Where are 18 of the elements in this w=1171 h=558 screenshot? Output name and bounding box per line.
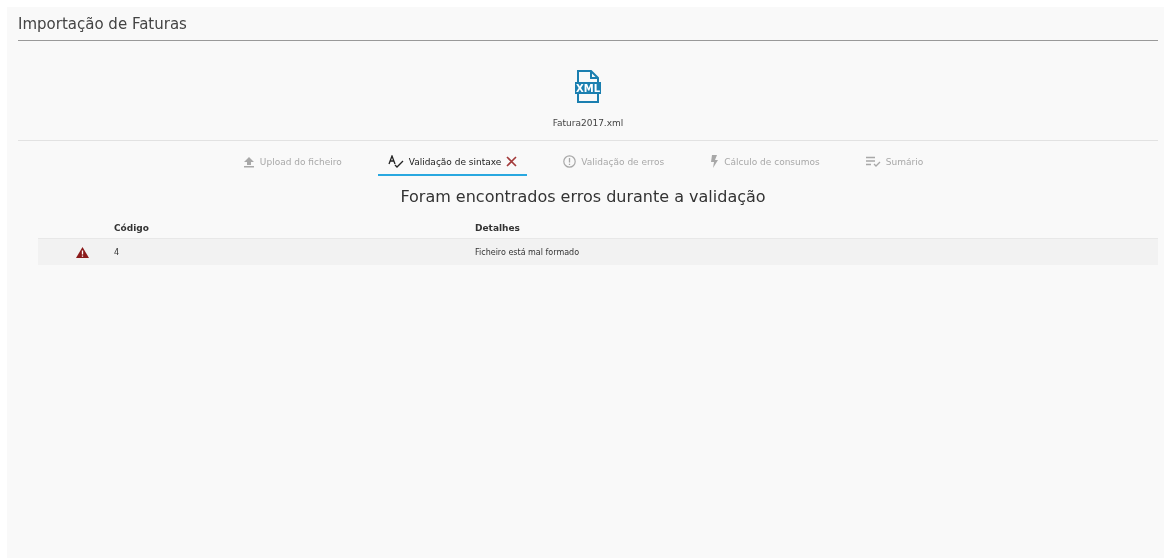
table-cell-text: Ficheiro está mal formado (475, 247, 581, 257)
table-cell-text: 4 (114, 247, 121, 257)
result-heading: Foram encontrados erros durante a validação (399, 187, 767, 206)
checklist-icon (865, 156, 881, 167)
alert-circle-icon (563, 155, 577, 168)
page-title: Importação de Faturas (18, 15, 1158, 41)
step-tab[interactable]: Validação de erros (553, 151, 675, 176)
column-header: Código (114, 223, 150, 233)
bolt-icon (710, 155, 720, 168)
spellcheck-icon (387, 155, 404, 168)
step-tab[interactable]: Upload do ficheiro (232, 151, 352, 176)
file-name: Fatura2017.xml (552, 118, 624, 128)
xml-file-icon: XML (575, 70, 601, 104)
upload-icon (242, 155, 255, 168)
step-tab[interactable]: Validação de sintaxe (377, 151, 528, 176)
step-tab[interactable]: Cálculo de consumos (700, 151, 830, 176)
step-tab[interactable]: Sumário (855, 151, 934, 176)
column-header: Detalhes (475, 223, 521, 233)
